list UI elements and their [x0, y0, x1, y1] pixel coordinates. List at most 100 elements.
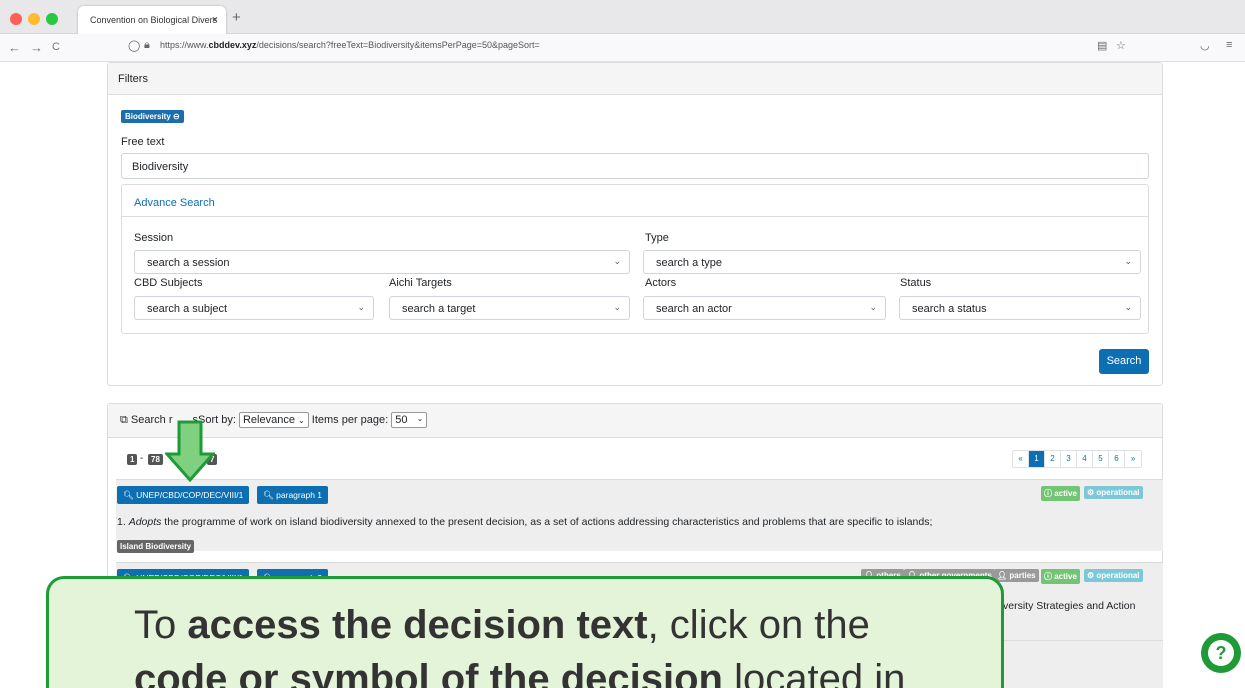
- chevron-down-icon: ⌄: [869, 302, 877, 312]
- result-text-tail: versity Strategies and Action: [1003, 600, 1136, 612]
- status-badge-operational: ⚙ operational: [1084, 486, 1143, 499]
- status-text: operational: [1096, 488, 1140, 497]
- advance-search-link[interactable]: Advance Search: [134, 197, 215, 209]
- results-header: ⧉ Search r sSort by: Relevance ⌄ Items pe…: [108, 404, 1162, 438]
- type-select-value: search a type: [656, 257, 723, 269]
- status-label: Status: [900, 277, 932, 289]
- subjects-select[interactable]: search a subject ⌄: [134, 296, 374, 320]
- menu-icon[interactable]: ≡: [1226, 39, 1232, 51]
- help-chat-icon[interactable]: ?: [1201, 633, 1241, 673]
- actors-label: Actors: [645, 277, 677, 289]
- pager-next[interactable]: »: [1125, 451, 1141, 467]
- callout-text-part: To: [134, 603, 188, 647]
- search-button[interactable]: Search: [1099, 349, 1149, 374]
- session-label: Session: [134, 232, 174, 244]
- browser-tab-bar: Convention on Biological Divers × +: [0, 0, 1245, 34]
- status-select-value: search a status: [912, 303, 987, 315]
- pager-page-6[interactable]: 6: [1109, 451, 1125, 467]
- status-badge-active: ⓘ active: [1041, 569, 1080, 584]
- chevron-down-icon: ⌄: [613, 302, 621, 312]
- pager-page-4[interactable]: 4: [1077, 451, 1093, 467]
- address-bar[interactable]: https://www.cbddev.xyz/decisions/search?…: [160, 40, 540, 50]
- result-text: 1. Adopts the programme of work on islan…: [117, 516, 932, 528]
- chevron-down-icon: ⌄: [416, 414, 424, 423]
- subjects-label: CBD Subjects: [134, 277, 203, 289]
- pagination: « 1 2 3 4 5 6 »: [1012, 450, 1142, 468]
- tab-close-icon[interactable]: ×: [212, 14, 218, 26]
- aichi-select-value: search a target: [402, 303, 476, 315]
- session-select-value: search a session: [147, 257, 230, 269]
- decision-code: UNEP/CBD/COP/DEC/VIII/1: [136, 490, 244, 500]
- free-text-input[interactable]: Biodiversity: [121, 153, 1149, 179]
- lock-icon: 🔒︎: [144, 39, 150, 51]
- pager-page-5[interactable]: 5: [1093, 451, 1109, 467]
- bookmark-star-icon[interactable]: ☆: [1116, 39, 1126, 52]
- close-window-icon[interactable]: [10, 13, 22, 25]
- help-icon-glyph: ?: [1208, 640, 1234, 666]
- paragraph-label: paragraph 1: [276, 490, 323, 500]
- range-end-badge: 78: [148, 454, 163, 465]
- url-domain: cbddev.xyz: [208, 40, 257, 50]
- callout-line-1: To access the decision text, click on th…: [134, 603, 870, 648]
- range-start-badge: 1: [127, 454, 138, 465]
- arrow-down-icon: [165, 420, 215, 482]
- chevron-down-icon: ⌄: [1124, 256, 1132, 266]
- subjects-select-value: search a subject: [147, 303, 228, 315]
- actors-select-value: search an actor: [656, 303, 732, 315]
- search-icon: 🔍︎: [123, 490, 134, 500]
- pager-page-3[interactable]: 3: [1061, 451, 1077, 467]
- aichi-label: Aichi Targets: [389, 277, 452, 289]
- callout-line-2: code or symbol of the decision located i…: [134, 657, 905, 688]
- items-per-page-select[interactable]: 50 ⌄: [391, 412, 428, 428]
- result-item: [990, 640, 1163, 688]
- items-per-page-label: Items per page:: [311, 414, 389, 426]
- callout-text-part: located in: [722, 657, 906, 688]
- chevron-down-icon: ⌄: [357, 302, 365, 312]
- actor-text: parties: [1009, 571, 1036, 580]
- result-text-body: the programme of work on island biodiver…: [161, 516, 933, 528]
- forward-button[interactable]: →: [30, 40, 43, 55]
- chevron-down-icon: ⌄: [613, 256, 621, 266]
- pager-page-2[interactable]: 2: [1045, 451, 1061, 467]
- free-text-label: Free text: [121, 136, 165, 148]
- result-text-prefix: 1.: [117, 516, 129, 528]
- chevron-down-icon: ⌄: [1124, 302, 1132, 312]
- status-badge-active: ⓘ active: [1041, 486, 1080, 501]
- sort-select[interactable]: Relevance ⌄: [238, 412, 309, 428]
- sort-value: Relevance: [242, 414, 295, 426]
- decision-code-button[interactable]: 🔍︎ UNEP/CBD/COP/DEC/VIII/1: [117, 486, 250, 504]
- status-text: active: [1054, 489, 1077, 498]
- tab-title: Convention on Biological Divers: [90, 15, 218, 25]
- items-per-page-value: 50: [395, 414, 408, 426]
- status-text: operational: [1096, 571, 1140, 580]
- browser-tab[interactable]: Convention on Biological Divers ×: [78, 6, 226, 34]
- result-text-verb: Adopts: [128, 516, 162, 528]
- reload-button[interactable]: C: [52, 41, 60, 53]
- callout-text-part: , click on the: [647, 603, 870, 647]
- pocket-icon[interactable]: ◡: [1200, 39, 1210, 52]
- new-tab-button[interactable]: +: [232, 9, 241, 26]
- copy-icon: ⧉: [120, 414, 128, 426]
- type-select[interactable]: search a type ⌄: [643, 250, 1141, 274]
- callout-text-bold: code or symbol of the decision: [134, 657, 723, 688]
- chevron-down-icon: ⌄: [298, 416, 305, 425]
- shield-icon[interactable]: ◯: [128, 39, 140, 52]
- maximize-window-icon[interactable]: [46, 13, 58, 25]
- browser-toolbar: ← → C ◯ 🔒︎ https://www.cbddev.xyz/decisi…: [0, 34, 1245, 62]
- session-select[interactable]: search a session ⌄: [134, 250, 630, 274]
- active-filter-badge[interactable]: Biodiversity ⊖: [121, 110, 184, 123]
- actor-badge: 👤︎ parties: [994, 569, 1039, 582]
- actors-select[interactable]: search an actor ⌄: [643, 296, 886, 320]
- status-badge-operational: ⚙ operational: [1084, 569, 1143, 582]
- url-path: /decisions/search?freeText=Biodiversity&…: [256, 40, 540, 50]
- minimize-window-icon[interactable]: [28, 13, 40, 25]
- pager-page-1[interactable]: 1: [1029, 451, 1045, 467]
- aichi-select[interactable]: search a target ⌄: [389, 296, 630, 320]
- reader-view-icon[interactable]: ▤: [1097, 39, 1107, 52]
- paragraph-button[interactable]: 🔍︎ paragraph 1: [257, 486, 329, 504]
- back-button[interactable]: ←: [8, 40, 21, 55]
- status-select[interactable]: search a status ⌄: [899, 296, 1141, 320]
- instruction-callout: To access the decision text, click on th…: [46, 576, 1004, 688]
- pager-prev[interactable]: «: [1013, 451, 1029, 467]
- status-text: active: [1054, 572, 1077, 581]
